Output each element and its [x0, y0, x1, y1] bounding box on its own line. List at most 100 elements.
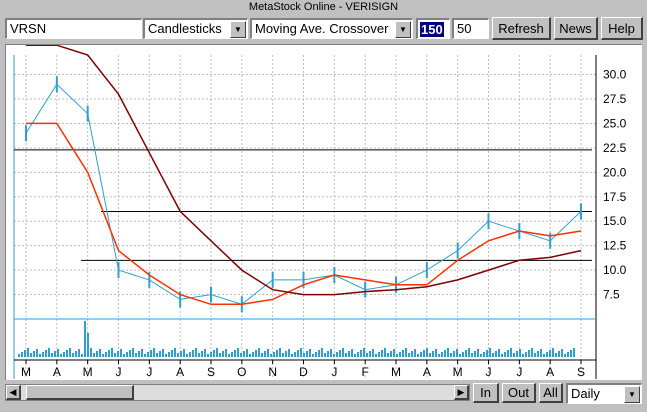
volume-bar — [465, 350, 467, 357]
volume-bar — [474, 351, 476, 357]
y-tick-label: 15.0 — [603, 214, 627, 228]
chart-style-dropdown[interactable]: Candlesticks ▼ — [143, 18, 248, 39]
volume-bar — [486, 350, 488, 357]
y-tick-label: 12.5 — [603, 239, 627, 253]
volume-bar — [129, 350, 131, 357]
volume-bar — [282, 353, 284, 357]
volume-bar — [39, 354, 41, 357]
volume-bar — [357, 352, 359, 357]
volume-bar — [303, 353, 305, 357]
x-tick-label: M — [83, 365, 93, 379]
x-tick-label: D — [299, 365, 308, 379]
volume-bar — [216, 348, 218, 357]
x-tick-label: J — [486, 365, 492, 379]
volume-bar — [177, 353, 179, 357]
chevron-down-icon[interactable]: ▼ — [395, 21, 411, 38]
volume-bar — [306, 351, 308, 357]
x-tick-label: J — [146, 365, 152, 379]
symbol-value: VRSN — [10, 21, 47, 36]
price-chart[interactable]: 7.5 10.0 12.5 15.0 17.5 20.0 22.5 25.0 27.5 30.0 M… — [5, 44, 642, 380]
volume-bar — [210, 352, 212, 357]
volume-bar — [171, 350, 173, 357]
volume-bar — [273, 352, 275, 357]
volume-bar — [546, 352, 548, 357]
x-tick-label: M — [453, 365, 463, 379]
volume-bar — [420, 352, 422, 357]
indicator-value: Moving Ave. Crossover — [255, 21, 389, 36]
volume-bar — [354, 354, 356, 357]
volume-bar — [135, 353, 137, 357]
volume-bar — [198, 353, 200, 357]
volume-bar — [297, 350, 299, 357]
x-tick-label: J — [116, 365, 122, 379]
refresh-button[interactable]: Refresh — [492, 17, 551, 40]
zoom-out-button[interactable]: Out — [502, 383, 536, 403]
volume-bar — [213, 350, 215, 357]
volume-bar — [411, 351, 413, 357]
x-tick-label: A — [53, 365, 61, 379]
horizontal-scrollbar[interactable]: ◀ ▶ — [5, 384, 470, 401]
volume-bar — [435, 349, 437, 357]
x-tick-label: J — [331, 365, 337, 379]
volume-bar — [24, 350, 26, 357]
zoom-in-button[interactable]: In — [473, 383, 499, 403]
volume-bar — [294, 352, 296, 357]
volume-bar — [468, 348, 470, 357]
x-tick-label: J — [516, 365, 522, 379]
volume-bar — [201, 351, 203, 357]
volume-bar — [447, 348, 449, 357]
volume-bar — [150, 350, 152, 357]
volume-bar — [291, 354, 293, 357]
volume-bar — [498, 349, 500, 357]
volume-bar — [351, 349, 353, 357]
x-tick-label: O — [237, 365, 246, 379]
volume-bar — [492, 353, 494, 357]
volume-bar — [360, 350, 362, 357]
scroll-right-icon[interactable]: ▶ — [454, 385, 469, 400]
volume-bar — [42, 352, 44, 357]
volume-bar — [207, 354, 209, 357]
help-button[interactable]: Help — [601, 17, 643, 40]
zoom-all-button[interactable]: All — [539, 383, 563, 403]
volume-bar — [18, 354, 20, 357]
volume-bar — [258, 348, 260, 357]
period2-value: 50 — [457, 21, 472, 36]
volume-bar — [123, 354, 125, 357]
indicator-dropdown[interactable]: Moving Ave. Crossover ▼ — [250, 18, 413, 39]
chevron-down-icon[interactable]: ▼ — [624, 386, 640, 403]
period1-input[interactable]: 150 — [416, 18, 450, 39]
volume-bar — [384, 348, 386, 357]
y-tick-label: 30.0 — [603, 68, 627, 82]
volume-bar — [342, 348, 344, 357]
volume-bar — [366, 353, 368, 357]
y-tick-label: 17.5 — [603, 190, 627, 204]
volume-bar — [309, 349, 311, 357]
period2-input[interactable]: 50 — [452, 18, 489, 39]
interval-dropdown[interactable]: Daily ▼ — [566, 383, 642, 404]
volume-bar — [543, 354, 545, 357]
volume-bar — [531, 348, 533, 357]
chevron-down-icon[interactable]: ▼ — [230, 21, 246, 38]
x-tick-label: M — [21, 365, 31, 379]
volume-bar — [66, 350, 68, 357]
volume-bar — [69, 348, 71, 357]
volume-bar — [264, 351, 266, 357]
volume-bar — [27, 348, 29, 357]
volume-bar — [318, 350, 320, 357]
period1-value: 150 — [420, 22, 444, 37]
scroll-thumb[interactable] — [26, 385, 134, 400]
volume-bar — [243, 351, 245, 357]
volume-bar — [408, 353, 410, 357]
scroll-left-icon[interactable]: ◀ — [6, 385, 21, 400]
volume-bar — [120, 349, 122, 357]
symbol-input[interactable]: VRSN — [5, 18, 142, 39]
volume-bar — [480, 354, 482, 357]
x-tick-label: S — [207, 365, 215, 379]
volume-bar — [108, 350, 110, 357]
volume-bar — [231, 352, 233, 357]
volume-bar — [30, 353, 32, 357]
volume-bar — [141, 349, 143, 357]
ma-slow-series — [26, 44, 582, 296]
volume-bar — [300, 348, 302, 357]
news-button[interactable]: News — [554, 17, 598, 40]
